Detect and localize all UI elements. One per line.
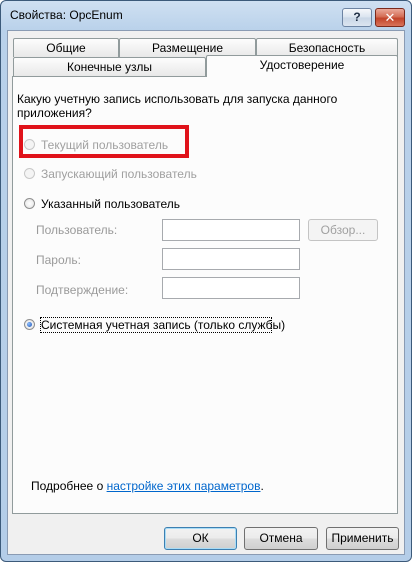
radio-specified-user[interactable]	[24, 198, 35, 209]
window-title: Свойства: OpcEnum	[10, 8, 123, 22]
password-input[interactable]	[162, 248, 300, 270]
more-info-text: Подробнее о настройке этих параметров.	[31, 479, 264, 493]
tab-identity[interactable]: Удостоверение	[206, 55, 398, 77]
radio-launching-user[interactable]	[24, 168, 35, 179]
close-button[interactable]: ✕	[375, 8, 405, 27]
tab-endpoints[interactable]: Конечные узлы	[13, 57, 206, 76]
help-button[interactable]: ?	[342, 8, 372, 27]
focus-rectangle	[40, 317, 272, 333]
settings-help-link[interactable]: настройке этих параметров	[107, 479, 261, 493]
option-specified-user-label: Указанный пользователь	[41, 197, 180, 211]
apply-button[interactable]: Применить	[326, 527, 399, 550]
cancel-button[interactable]: Отмена	[244, 527, 318, 550]
radio-system-account[interactable]	[24, 319, 35, 330]
user-input[interactable]	[162, 219, 300, 241]
browse-button[interactable]: Обзор...	[308, 219, 378, 241]
tab-general[interactable]: Общие	[13, 38, 119, 57]
more-info-suffix: .	[260, 479, 264, 493]
password-field-label: Пароль:	[36, 253, 81, 267]
ok-button[interactable]: ОК	[164, 527, 237, 550]
option-launching-user-label: Запускающий пользователь	[41, 167, 197, 181]
user-field-label: Пользователь:	[36, 223, 118, 237]
more-info-prefix: Подробнее о	[31, 479, 107, 493]
confirm-password-input[interactable]	[162, 277, 300, 299]
red-highlight-box	[19, 125, 189, 158]
title-bar[interactable]: Свойства: OpcEnum ? ✕	[1, 1, 411, 31]
confirm-field-label: Подтверждение:	[36, 283, 129, 297]
identity-question: Какую учетную запись использовать для за…	[17, 92, 338, 120]
